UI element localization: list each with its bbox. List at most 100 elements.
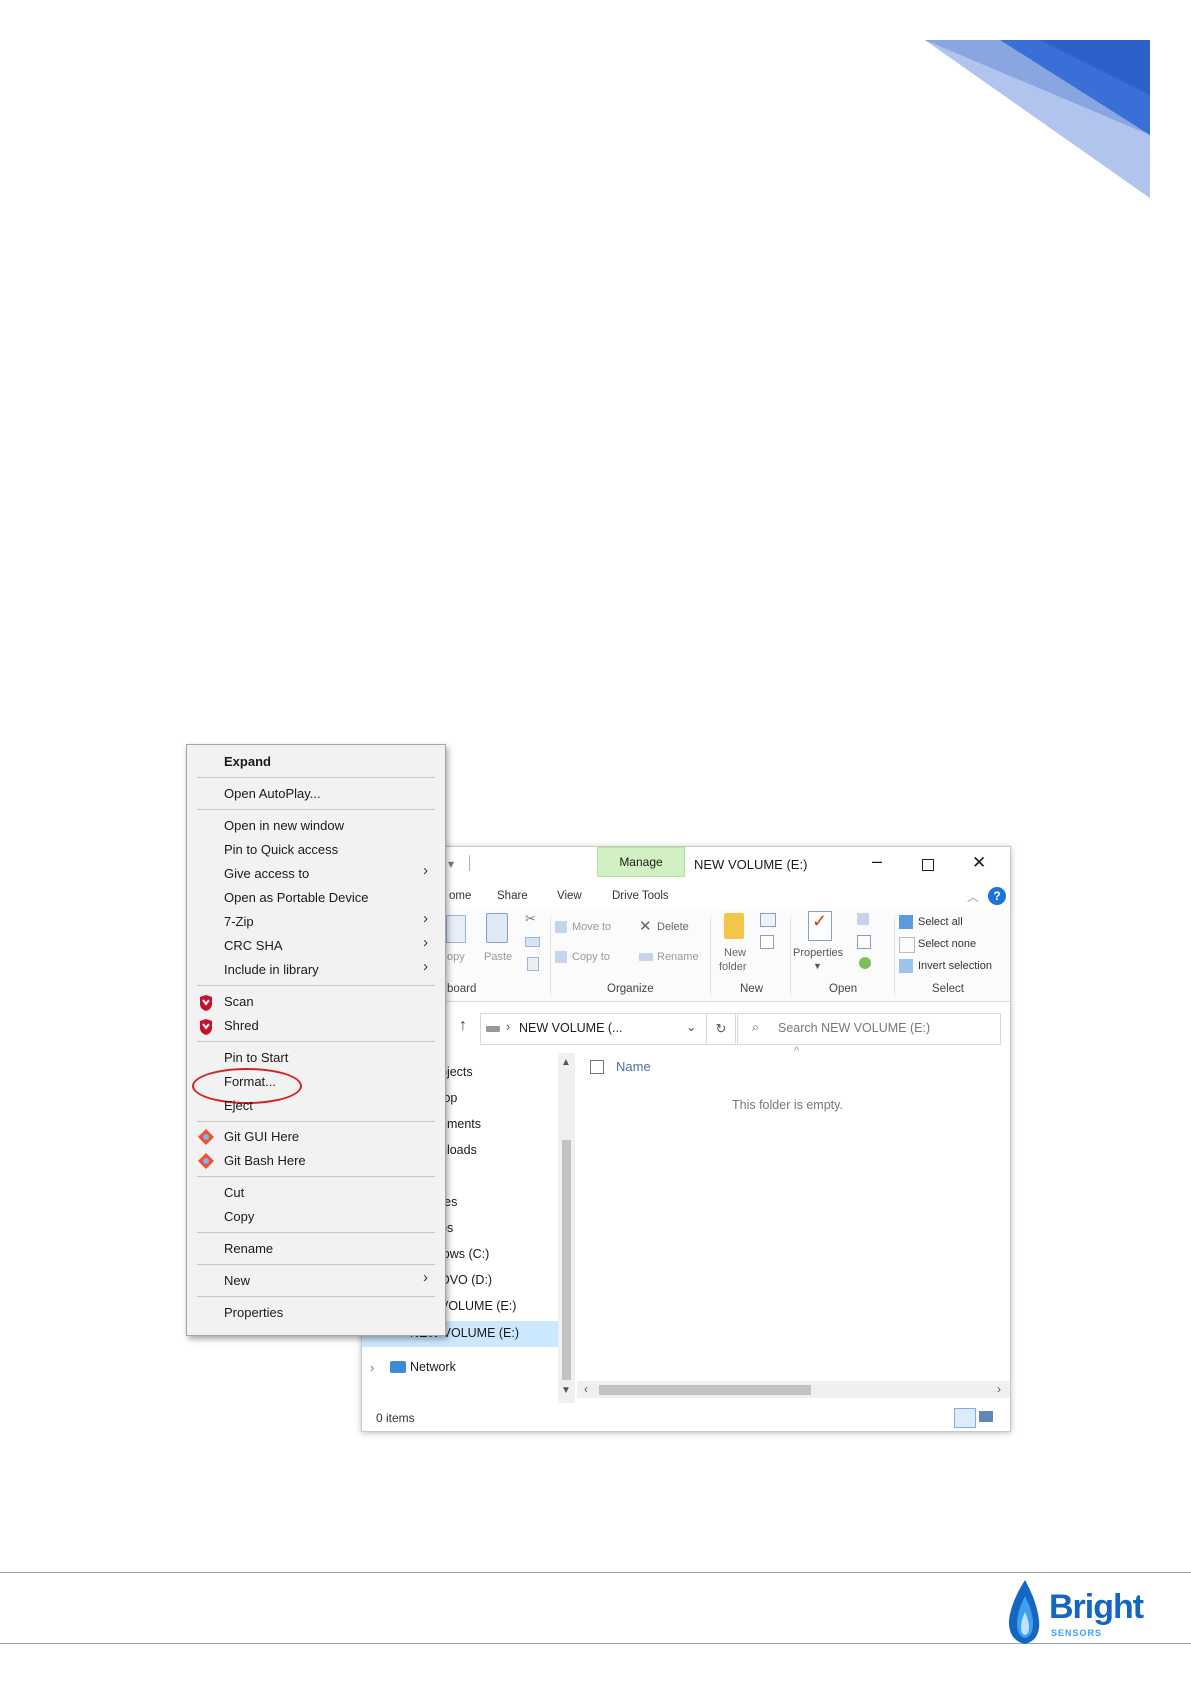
nav-item-new-volume-e[interactable]: VOLUME (E:) — [440, 1299, 516, 1313]
delete-button[interactable]: Delete — [657, 921, 689, 933]
nav-item-windows-c[interactable]: lows (C:) — [440, 1247, 489, 1261]
nav-item-lenovo-d[interactable]: OVO (D:) — [440, 1273, 492, 1287]
menu-item-crc-sha[interactable]: CRC SHA — [224, 938, 283, 953]
up-arrow-icon[interactable]: ↑ — [459, 1017, 467, 1035]
toolbar-divider: │ — [466, 855, 475, 870]
tab-home[interactable]: ome — [449, 890, 471, 902]
footer-rule-top — [0, 1572, 1191, 1573]
menu-item-7zip[interactable]: 7-Zip — [224, 914, 254, 929]
menu-item-cut[interactable]: Cut — [224, 1185, 244, 1200]
open-icon[interactable] — [857, 913, 869, 925]
nav-item-documents[interactable]: uments — [440, 1117, 481, 1131]
menu-item-open-autoplay[interactable]: Open AutoPlay... — [224, 786, 321, 801]
paste-button[interactable]: Paste — [484, 951, 512, 963]
properties-dropdown-icon[interactable]: ▼ — [813, 961, 822, 971]
ribbon-separator — [790, 917, 791, 995]
easy-access-icon[interactable] — [760, 935, 774, 949]
rename-button[interactable]: Rename — [657, 951, 699, 963]
menu-item-open-new-window[interactable]: Open in new window — [224, 818, 344, 833]
sort-indicator-icon: ^ — [794, 1045, 800, 1057]
menu-item-git-bash[interactable]: Git Bash Here — [224, 1153, 306, 1168]
menu-item-rename[interactable]: Rename — [224, 1241, 273, 1256]
ribbon-separator — [710, 917, 711, 995]
tab-manage[interactable]: Manage — [597, 847, 685, 877]
menu-item-copy[interactable]: Copy — [224, 1209, 254, 1224]
tab-manage-label: Manage — [619, 855, 663, 869]
menu-separator — [197, 1121, 435, 1122]
close-button[interactable]: ✕ — [972, 853, 986, 873]
menu-item-open-portable-device[interactable]: Open as Portable Device — [224, 890, 369, 905]
scroll-down-icon[interactable]: ▼ — [561, 1385, 571, 1396]
ribbon-separator — [894, 917, 895, 995]
details-view-button[interactable] — [954, 1408, 976, 1428]
mcafee-shield-icon — [200, 1019, 212, 1035]
menu-separator — [197, 809, 435, 810]
menu-item-new[interactable]: New — [224, 1273, 250, 1288]
copy-button[interactable]: opy — [447, 951, 465, 963]
properties-button[interactable]: Properties — [793, 947, 843, 959]
menu-separator — [197, 1232, 435, 1233]
empty-folder-message: This folder is empty. — [732, 1098, 843, 1112]
tab-view[interactable]: View — [557, 890, 582, 902]
context-menu: Expand Open AutoPlay... Open in new wind… — [186, 744, 446, 1336]
tab-share[interactable]: Share — [497, 890, 528, 902]
maximize-button[interactable] — [922, 859, 934, 871]
new-folder-label-1[interactable]: New — [724, 947, 746, 959]
menu-separator — [197, 1041, 435, 1042]
invert-selection-icon — [899, 959, 913, 973]
submenu-chevron-icon: › — [423, 958, 428, 975]
select-all-button[interactable]: Select all — [918, 916, 963, 928]
scroll-left-icon[interactable]: ‹ — [584, 1382, 588, 1396]
drive-icon — [486, 1026, 500, 1032]
search-box[interactable]: ⌕ Search NEW VOLUME (E:) — [737, 1013, 1001, 1045]
menu-item-properties[interactable]: Properties — [224, 1305, 283, 1320]
copy-to-button[interactable]: Copy to — [572, 951, 610, 963]
window-title: NEW VOLUME (E:) — [694, 857, 808, 872]
cut-icon[interactable]: ✂ — [525, 911, 536, 927]
menu-item-include-library[interactable]: Include in library — [224, 962, 319, 977]
select-none-button[interactable]: Select none — [918, 938, 976, 950]
large-icons-view-button[interactable] — [979, 1411, 993, 1422]
nav-item-network[interactable]: Network — [410, 1360, 456, 1374]
menu-item-give-access[interactable]: Give access to — [224, 866, 309, 881]
corner-decoration — [925, 40, 1150, 198]
menu-item-pin-start[interactable]: Pin to Start — [224, 1050, 288, 1065]
nav-scroll-thumb[interactable] — [562, 1140, 571, 1380]
copy-path-icon[interactable] — [525, 937, 540, 947]
new-folder-label-2[interactable]: folder — [719, 961, 747, 973]
menu-item-eject[interactable]: Eject — [224, 1098, 253, 1113]
edit-icon[interactable] — [857, 935, 871, 949]
menu-item-shred[interactable]: Shred — [224, 1018, 259, 1033]
move-to-icon — [555, 921, 567, 933]
help-icon[interactable]: ? — [988, 887, 1006, 905]
select-all-checkbox[interactable] — [590, 1060, 604, 1074]
select-none-icon — [899, 937, 915, 953]
menu-item-pin-quick-access[interactable]: Pin to Quick access — [224, 842, 338, 857]
content-scroll-thumb[interactable] — [599, 1385, 811, 1395]
address-bar[interactable]: › NEW VOLUME (... ⌄ — [480, 1013, 707, 1045]
invert-selection-button[interactable]: Invert selection — [918, 960, 992, 972]
expand-chevron-icon[interactable]: › — [370, 1360, 374, 1375]
history-icon[interactable] — [859, 957, 871, 969]
scroll-up-icon[interactable]: ▲ — [561, 1057, 571, 1068]
submenu-chevron-icon: › — [423, 910, 428, 927]
refresh-button[interactable]: ↻ — [706, 1013, 736, 1045]
file-explorer-window: ▾ │ Manage NEW VOLUME (E:) – ✕ ome Share… — [361, 846, 1011, 1432]
address-dropdown-icon[interactable]: ⌄ — [686, 1019, 696, 1034]
paste-shortcut-icon[interactable] — [527, 957, 539, 971]
collapse-ribbon-icon[interactable]: ︿ — [967, 888, 979, 905]
menu-item-expand[interactable]: Expand — [224, 754, 271, 769]
menu-item-git-gui[interactable]: Git GUI Here — [224, 1129, 299, 1144]
new-item-icon[interactable] — [760, 913, 776, 927]
move-to-button[interactable]: Move to — [572, 921, 611, 933]
group-label-select: Select — [932, 983, 964, 995]
minimize-button[interactable]: – — [872, 851, 882, 872]
quick-access-toolbar-dropdown[interactable]: ▾ — [448, 857, 454, 871]
menu-item-scan[interactable]: Scan — [224, 994, 254, 1009]
column-header-name[interactable]: Name — [616, 1059, 651, 1074]
scroll-right-icon[interactable]: › — [997, 1382, 1001, 1396]
tab-drive-tools[interactable]: Drive Tools — [612, 890, 669, 902]
git-icon — [198, 1129, 214, 1145]
submenu-chevron-icon: › — [423, 934, 428, 951]
address-text: NEW VOLUME (... — [519, 1021, 623, 1035]
